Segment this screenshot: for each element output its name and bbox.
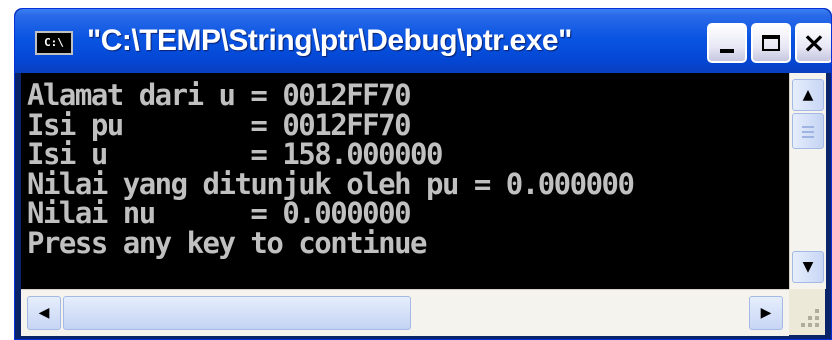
grip-dot (801, 323, 805, 327)
horizontal-scroll-thumb[interactable] (63, 296, 411, 330)
minimize-icon (720, 49, 734, 53)
scroll-left-button[interactable]: ◀ (27, 296, 61, 330)
minimize-button[interactable] (707, 23, 747, 63)
console-line: Nilai yang ditunjuk oleh pu = 0.000000 (27, 166, 635, 201)
grip-dot (808, 323, 812, 327)
console-icon[interactable]: C:\ (35, 31, 73, 55)
console-window: C:\ "C:\TEMP\String\ptr\Debug\ptr.exe" ×… (14, 8, 832, 340)
grip-dot (815, 323, 819, 327)
grip-dot (808, 316, 812, 320)
maximize-icon (762, 35, 780, 51)
vertical-scroll-thumb[interactable] (792, 113, 824, 149)
console-line: Nilai nu = 0.000000 (27, 196, 412, 230)
arrow-up-icon: ▲ (802, 87, 814, 103)
vertical-scrollbar[interactable]: ▲ ▼ (789, 73, 826, 289)
arrow-down-icon: ▼ (802, 259, 814, 275)
grip-line (802, 131, 814, 133)
horizontal-scrollbar[interactable]: ◀ ▶ (21, 289, 789, 336)
console-line: Isi pu = 0012FF70 (27, 107, 412, 142)
console-output[interactable]: Alamat dari u = 0012FF70 Isi pu = 0012FF… (21, 73, 789, 289)
console-line: Alamat dari u = 0012FF70 (27, 78, 412, 112)
grip-line (802, 136, 814, 138)
arrow-left-icon: ◀ (38, 305, 50, 321)
scroll-right-button[interactable]: ▶ (749, 296, 783, 330)
window-title: "C:\TEMP\String\ptr\Debug\ptr.exe" (87, 24, 572, 57)
maximize-button[interactable] (751, 23, 791, 63)
scroll-up-button[interactable]: ▲ (792, 79, 824, 111)
grip-dot (815, 316, 819, 320)
title-bar[interactable]: C:\ "C:\TEMP\String\ptr\Debug\ptr.exe" × (15, 9, 831, 73)
arrow-right-icon: ▶ (760, 305, 772, 321)
grip-line (802, 126, 814, 128)
close-button[interactable]: × (795, 23, 831, 63)
grip-dot (815, 309, 819, 313)
console-line: Isi u = 158.000000 (27, 137, 443, 171)
resize-grip[interactable] (789, 289, 825, 335)
console-line: Press any key to continue (27, 225, 428, 260)
close-icon: × (802, 26, 826, 59)
scroll-down-button[interactable]: ▼ (792, 251, 824, 283)
